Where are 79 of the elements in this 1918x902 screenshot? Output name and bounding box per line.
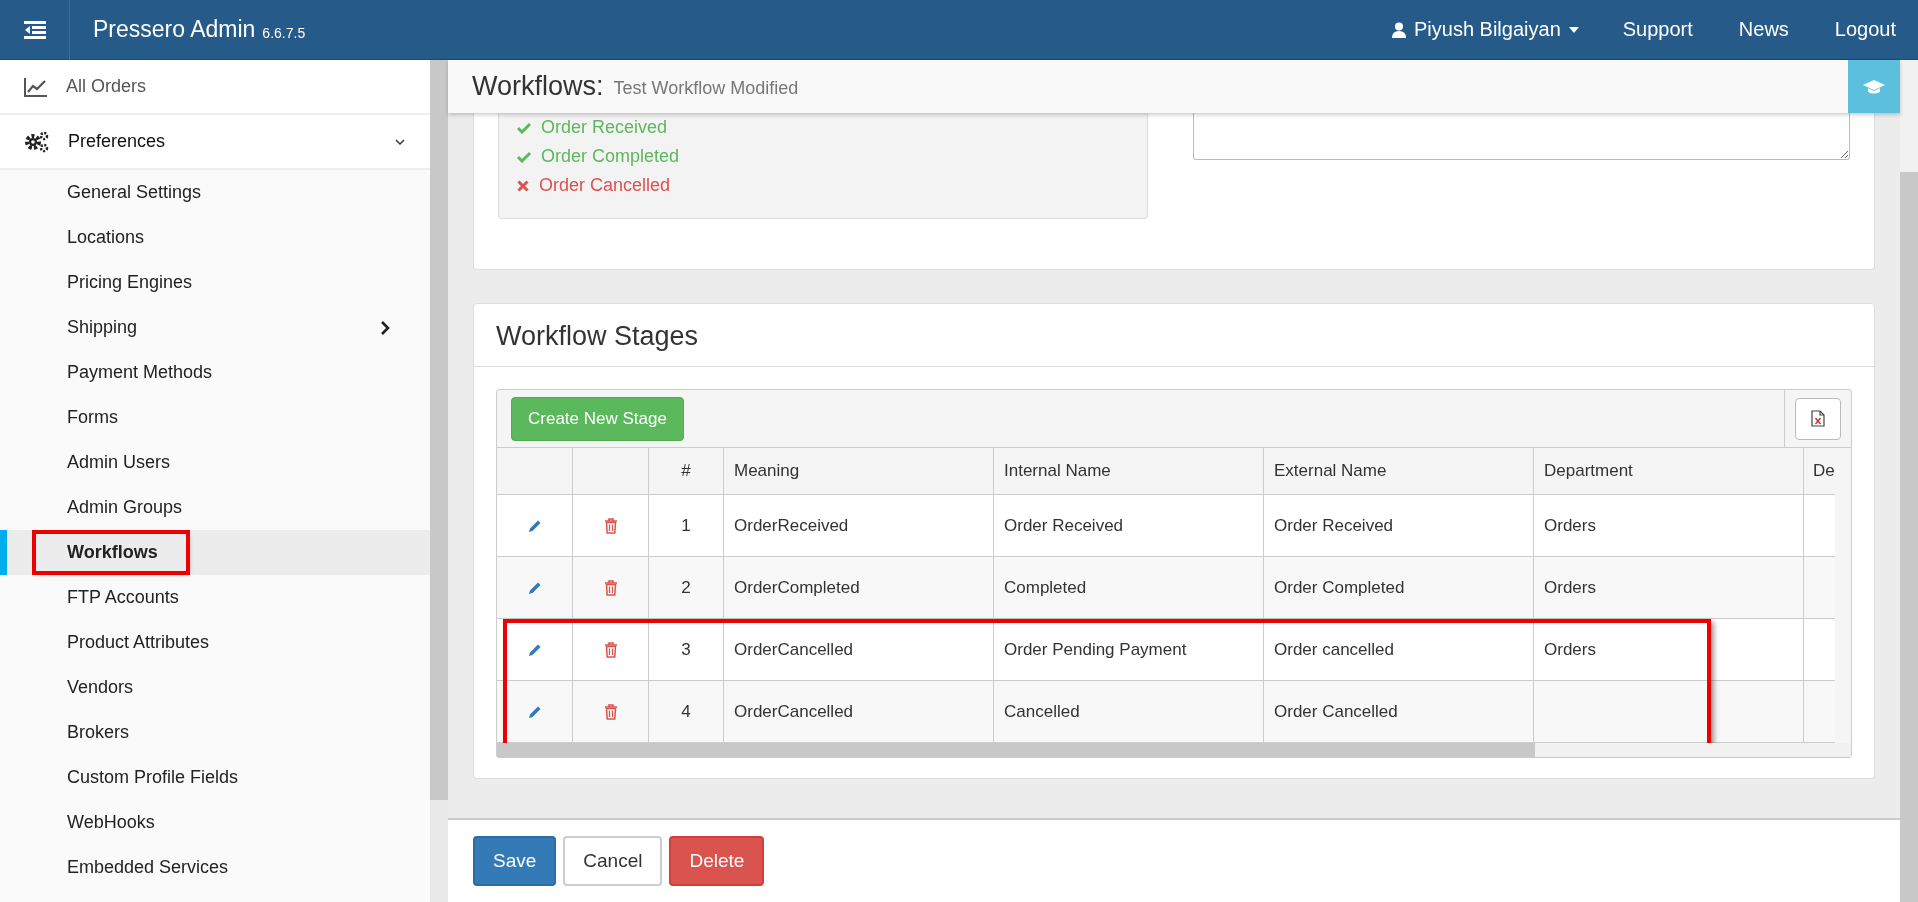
page-subtitle: Test Workflow Modified (613, 78, 799, 99)
sidebar-item[interactable]: Locations (0, 215, 430, 260)
table-cell: OrderReceived (724, 495, 994, 556)
column-header[interactable]: Department (1534, 448, 1804, 494)
trash-icon (603, 641, 618, 658)
scrollbar-thumb[interactable] (430, 60, 448, 800)
app-version: 6.6.7.5 (262, 24, 306, 41)
text-area[interactable] (1193, 113, 1850, 160)
sidebar-item[interactable]: FTP Accounts (0, 575, 430, 620)
scrollbar-thumb[interactable] (497, 743, 1535, 757)
status-label: Order Completed (541, 146, 680, 167)
sidebar-item[interactable]: Shipping (0, 305, 430, 350)
panel-title: Workflow Stages (474, 304, 1874, 367)
table-cell: Orders (1534, 495, 1804, 556)
sidebar-item[interactable]: General Settings (0, 170, 430, 215)
nav-link[interactable]: News (1738, 18, 1789, 41)
sidebar-section[interactable]: All Orders (0, 60, 430, 115)
table-cell: Completed (994, 557, 1264, 618)
sidebar-item[interactable]: Brokers (0, 710, 430, 755)
menu-icon (23, 20, 46, 39)
table-cell: Order Pending Payment (994, 619, 1264, 680)
page-title: Workflows: (472, 71, 604, 102)
gears-icon (24, 130, 50, 153)
column-header[interactable]: # (649, 448, 724, 494)
sidebar-item[interactable]: Vendors (0, 665, 430, 710)
table-cell: Orders (1534, 557, 1804, 618)
sidebar-item[interactable]: Payment Methods (0, 350, 430, 395)
help-button[interactable] (1848, 60, 1900, 113)
trash-icon (603, 579, 618, 596)
table-cell: 3 (649, 619, 724, 680)
table-cell: Cancelled (994, 681, 1264, 742)
sidebar-item[interactable]: WebHooks (0, 800, 430, 845)
table-cell: Order Received (1264, 495, 1534, 556)
user-menu[interactable]: Piyush Bilgaiyan (1392, 18, 1579, 41)
trash-icon (603, 517, 618, 534)
line-chart-icon (24, 76, 48, 97)
status-label: Order Received (541, 117, 668, 138)
table-cell: 1 (649, 495, 724, 556)
user-icon (1392, 21, 1406, 38)
action-button[interactable]: Cancel (563, 836, 663, 886)
caret-icon (1568, 26, 1579, 33)
app-name: Pressero Admin (93, 16, 256, 43)
sidebar-item[interactable]: Forms (0, 395, 430, 440)
graduation-cap-icon (1863, 78, 1885, 95)
pencil-icon (527, 518, 542, 533)
sidebar-item[interactable]: Admin Groups (0, 485, 430, 530)
column-header[interactable]: Meaning (724, 448, 994, 494)
table-cell: Order cancelled (1264, 619, 1534, 680)
table-cell: OrderCompleted (724, 557, 994, 618)
column-header[interactable]: De (1804, 448, 1835, 494)
pencil-icon (527, 580, 542, 595)
nav-link[interactable]: Support (1622, 18, 1693, 41)
table-cell: OrderCancelled (724, 619, 994, 680)
table-cell: Orders (1534, 619, 1804, 680)
excel-export-button[interactable] (1795, 397, 1841, 440)
table-cell: Order Completed (1264, 557, 1534, 618)
status-label: Order Cancelled (539, 175, 671, 196)
sidebar-item[interactable]: Workflows (0, 530, 430, 575)
trash-icon (603, 703, 618, 720)
column-header[interactable]: Internal Name (994, 448, 1264, 494)
table-cell: OrderCancelled (724, 681, 994, 742)
sidebar-item[interactable]: Pricing Engines (0, 260, 430, 305)
table-cell: 2 (649, 557, 724, 618)
scrollbar-thumb[interactable] (1900, 172, 1918, 902)
sidebar-item[interactable]: Admin Users (0, 440, 430, 485)
sidebar-item[interactable]: Embedded Services (0, 845, 430, 890)
table-cell: 4 (649, 681, 724, 742)
nav-link[interactable]: Logout (1834, 18, 1896, 41)
pencil-icon (527, 642, 542, 657)
action-button[interactable]: Save (473, 836, 557, 886)
pencil-icon (527, 704, 542, 719)
table-cell: Order Received (994, 495, 1264, 556)
sidebar-item[interactable]: Custom Profile Fields (0, 755, 430, 800)
table-cell: Order Cancelled (1264, 681, 1534, 742)
action-button[interactable]: Delete (669, 836, 765, 886)
sidebar-section[interactable]: Preferences (0, 115, 430, 170)
sidebar-item[interactable]: Product Attributes (0, 620, 430, 665)
excel-file-icon (1811, 410, 1825, 427)
column-header[interactable]: External Name (1264, 448, 1534, 494)
